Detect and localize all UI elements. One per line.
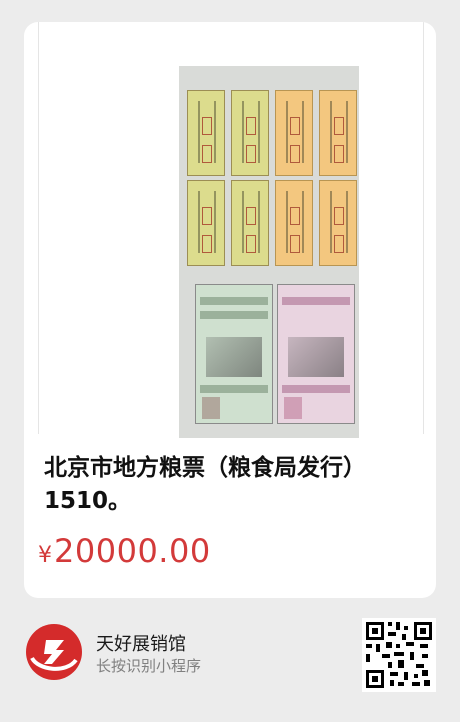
product-title: 北京市地方粮票（粮食局发行）1510。	[44, 455, 366, 514]
price-currency: ¥	[38, 543, 52, 568]
rice-coupon-block	[187, 90, 269, 266]
price-amount: 20000.00	[54, 532, 211, 570]
flour-coupon	[275, 90, 313, 176]
qr-code-graphic	[362, 618, 436, 692]
shop-logo-icon[interactable]	[26, 624, 82, 680]
product-price: ¥ 20000.00	[38, 532, 211, 570]
share-poster: 北京市地方粮票（粮食局发行）1510。 ¥ 20000.00 天好展销馆 长按识…	[0, 0, 460, 722]
rice-coupon	[187, 90, 225, 176]
qr-code-icon[interactable]	[362, 618, 436, 692]
shop-subtitle: 长按识别小程序	[96, 657, 202, 675]
product-card[interactable]: 北京市地方粮票（粮食局发行）1510。 ¥ 20000.00	[24, 22, 436, 598]
product-image[interactable]	[179, 66, 359, 438]
rice-coupon	[187, 180, 225, 266]
flour-coupon	[275, 180, 313, 266]
shop-name[interactable]: 天好展销馆	[96, 630, 186, 656]
rice-coupon	[231, 90, 269, 176]
product-image-frame	[38, 22, 424, 438]
green-coupon	[195, 284, 273, 424]
pink-coupon	[277, 284, 355, 424]
rice-coupon	[231, 180, 269, 266]
shop-logo-glyph	[27, 625, 81, 679]
flour-coupon	[319, 180, 357, 266]
flour-coupon-block	[275, 90, 357, 266]
flour-coupon	[319, 90, 357, 176]
